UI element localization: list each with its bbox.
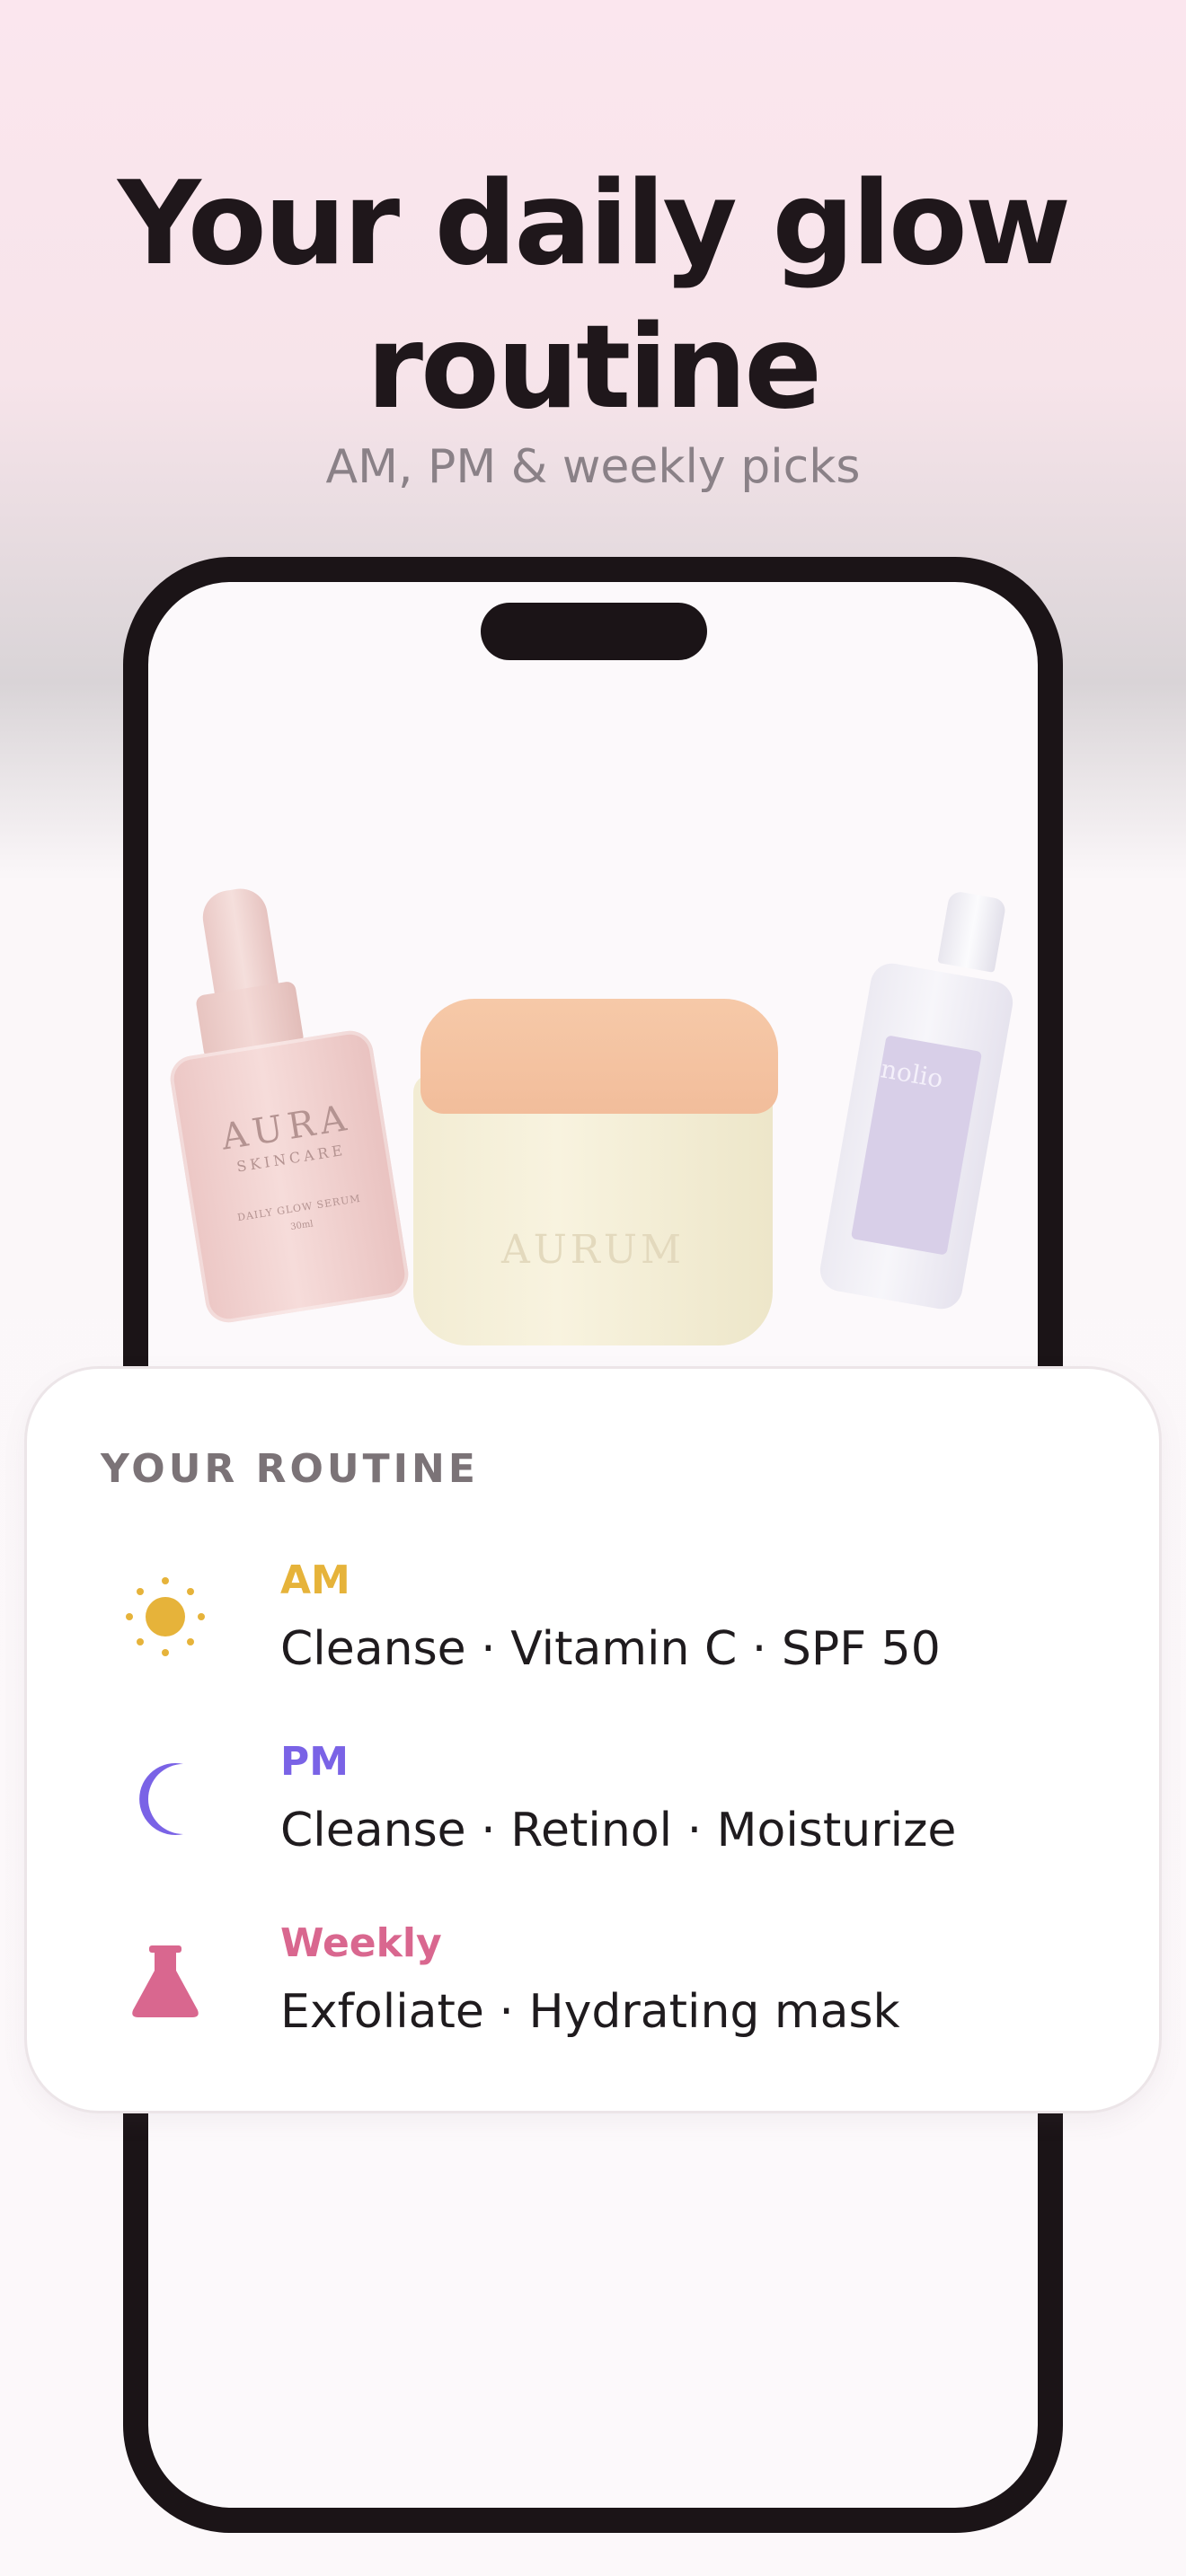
routine-title: YOUR ROUTINE [101, 1446, 479, 1492]
jar-brand: AURUM [500, 1227, 686, 1273]
pm-steps: Cleanse · Retinol · Moisturize [280, 1804, 957, 1857]
subheadline: AM, PM & weekly picks [325, 440, 861, 494]
pm-label: PM [280, 1739, 350, 1785]
headline: Your daily glow routine [0, 153, 1186, 440]
sun-icon [126, 1577, 205, 1656]
weekly-steps: Exfoliate · Hydrating mask [280, 1985, 900, 2039]
serum-label: AURA SKINCARE DAILY GLOW SERUM 30ml [212, 1096, 374, 1241]
weekly-label: Weekly [280, 1920, 442, 1966]
am-steps: Cleanse · Vitamin C · SPF 50 [280, 1622, 941, 1676]
headline-line-2: routine [366, 301, 822, 435]
jar-body [413, 1074, 773, 1345]
dynamic-island [481, 603, 707, 660]
jar-lid [420, 999, 778, 1114]
headline-line-1: Your daily glow [117, 157, 1071, 291]
flask-icon [132, 1945, 199, 2017]
moon-icon [139, 1763, 183, 1835]
am-label: AM [280, 1557, 350, 1603]
